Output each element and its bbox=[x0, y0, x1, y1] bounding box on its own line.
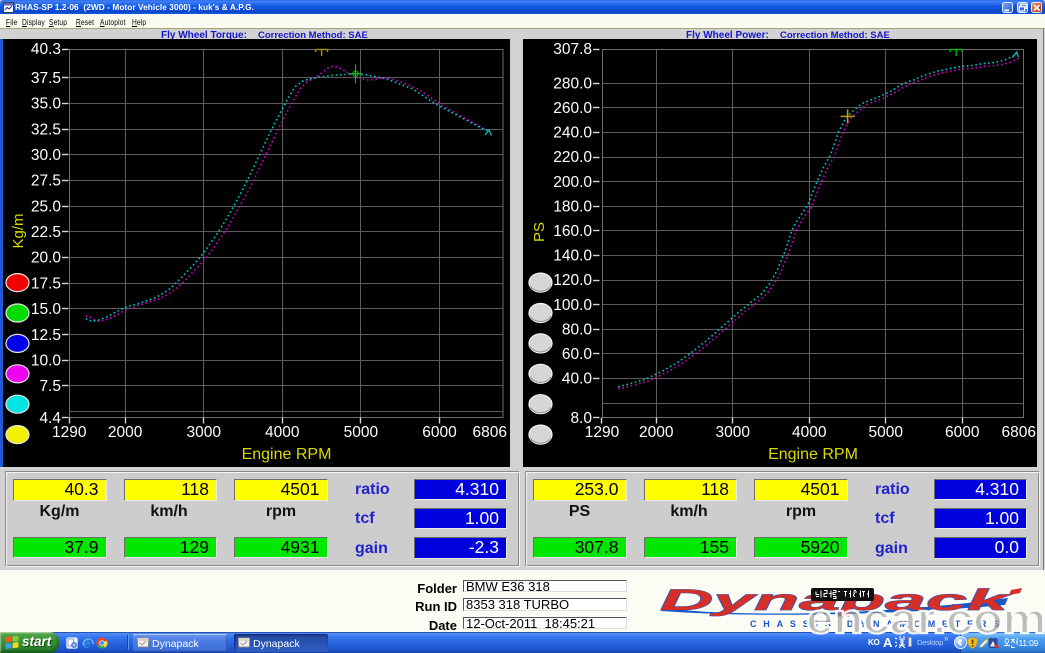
svg-text:220.0: 220.0 bbox=[553, 149, 592, 166]
svg-text:80.0: 80.0 bbox=[562, 321, 593, 338]
svg-text:7.5: 7.5 bbox=[39, 378, 61, 395]
svg-text:3000: 3000 bbox=[186, 424, 221, 441]
svg-text:60.0: 60.0 bbox=[562, 346, 593, 363]
svg-text:17.5: 17.5 bbox=[31, 275, 61, 292]
svg-text:Engine RPM: Engine RPM bbox=[768, 446, 858, 463]
svg-text:40.3: 40.3 bbox=[31, 41, 61, 58]
svg-text:40.0: 40.0 bbox=[562, 371, 593, 388]
svg-text:140.0: 140.0 bbox=[553, 248, 592, 265]
svg-text:37.5: 37.5 bbox=[31, 70, 61, 87]
svg-text:240.0: 240.0 bbox=[553, 125, 592, 142]
svg-text:180.0: 180.0 bbox=[553, 198, 592, 215]
svg-text:27.5: 27.5 bbox=[31, 173, 61, 190]
svg-text:PS: PS bbox=[531, 222, 548, 242]
svg-text:25.0: 25.0 bbox=[31, 198, 62, 215]
svg-text:6000: 6000 bbox=[945, 424, 980, 441]
svg-text:35.0: 35.0 bbox=[31, 96, 62, 113]
svg-text:200.0: 200.0 bbox=[553, 174, 592, 191]
svg-text:160.0: 160.0 bbox=[553, 223, 592, 240]
svg-text:Kg/m: Kg/m bbox=[10, 213, 27, 248]
svg-text:307.8: 307.8 bbox=[553, 41, 592, 58]
svg-text:30.0: 30.0 bbox=[31, 147, 62, 164]
svg-text:15.0: 15.0 bbox=[31, 301, 62, 318]
svg-text:1290: 1290 bbox=[585, 424, 620, 441]
svg-text:6806: 6806 bbox=[1002, 424, 1036, 441]
svg-text:120.0: 120.0 bbox=[553, 272, 592, 289]
svg-text:2000: 2000 bbox=[639, 424, 674, 441]
svg-text:280.0: 280.0 bbox=[553, 75, 592, 92]
svg-text:3000: 3000 bbox=[716, 424, 751, 441]
svg-text:32.5: 32.5 bbox=[31, 121, 61, 138]
svg-text:12.5: 12.5 bbox=[31, 327, 61, 344]
svg-text:10.0: 10.0 bbox=[31, 353, 62, 370]
svg-text:6806: 6806 bbox=[473, 424, 507, 441]
svg-text:Engine RPM: Engine RPM bbox=[242, 446, 332, 463]
svg-text:260.0: 260.0 bbox=[553, 100, 592, 117]
svg-text:20.0: 20.0 bbox=[31, 250, 62, 267]
svg-text:1290: 1290 bbox=[52, 424, 87, 441]
svg-text:4000: 4000 bbox=[792, 424, 827, 441]
svg-text:4000: 4000 bbox=[265, 424, 300, 441]
svg-text:5000: 5000 bbox=[344, 424, 379, 441]
svg-text:2000: 2000 bbox=[108, 424, 143, 441]
svg-text:100.0: 100.0 bbox=[553, 297, 592, 314]
svg-text:5000: 5000 bbox=[869, 424, 904, 441]
svg-text:22.5: 22.5 bbox=[31, 224, 61, 241]
svg-text:6000: 6000 bbox=[422, 424, 457, 441]
